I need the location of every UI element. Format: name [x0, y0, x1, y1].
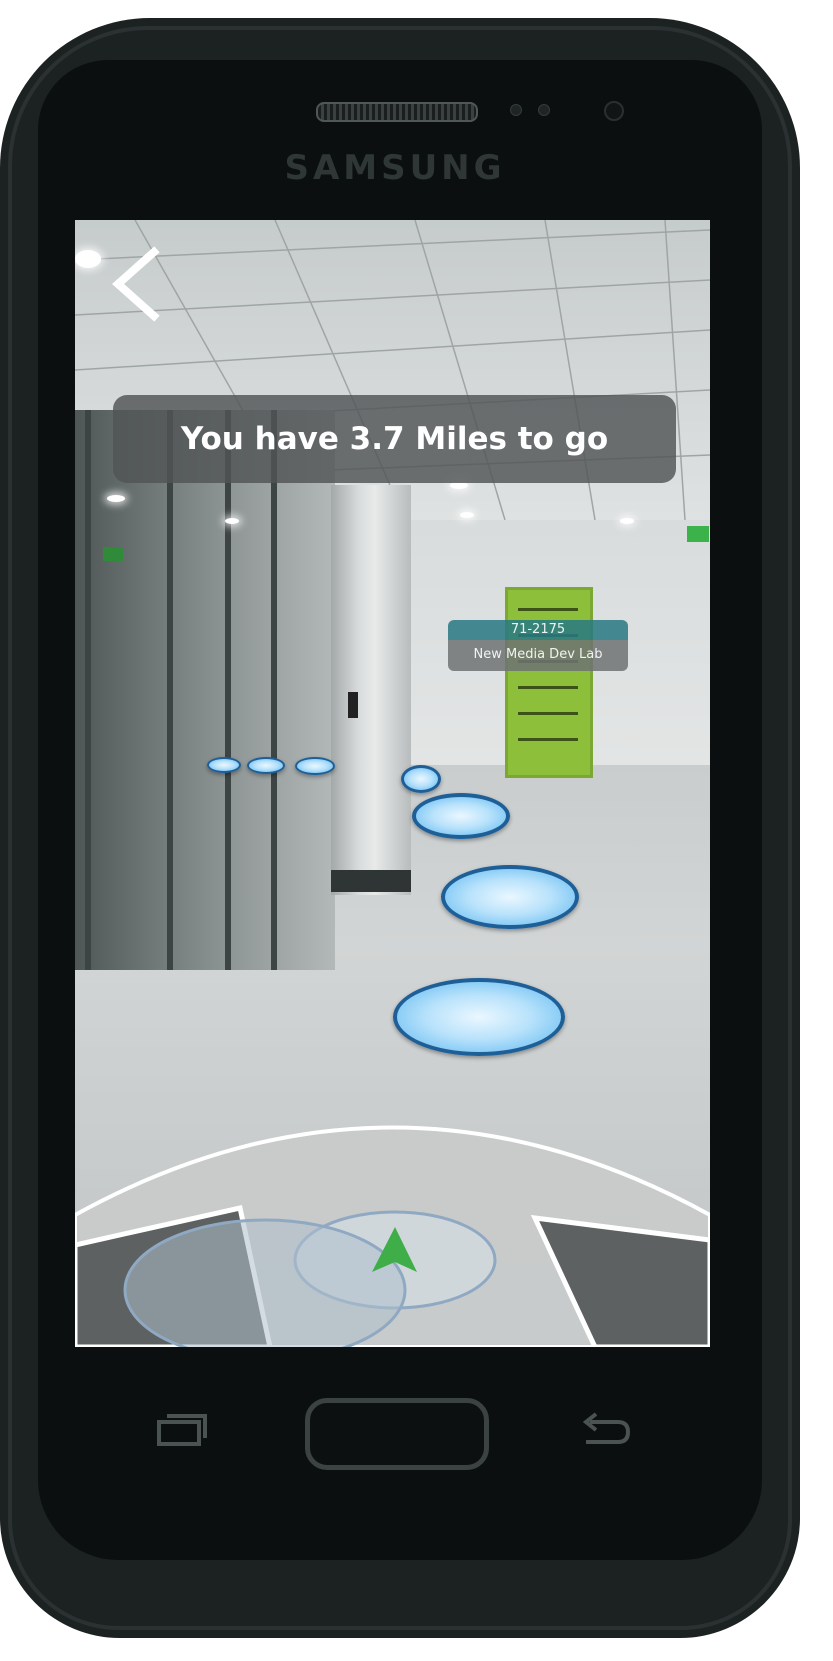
exit-sign — [687, 526, 709, 542]
ceiling-light — [225, 518, 239, 524]
ceiling-light — [620, 518, 634, 524]
earpiece-speaker — [316, 102, 478, 122]
door-keypad — [348, 692, 358, 718]
distance-banner: You have 3.7 Miles to go — [113, 395, 676, 483]
glass-mullion — [225, 410, 231, 970]
door-stripe — [518, 608, 578, 611]
ceiling-light — [75, 250, 101, 268]
ceiling-light — [450, 482, 468, 489]
front-camera — [604, 101, 624, 121]
room-label[interactable]: 71-2175 New Media Dev Lab — [448, 620, 628, 671]
exit-sign — [103, 547, 123, 561]
glass-mullion — [85, 410, 91, 970]
recent-apps-icon[interactable] — [155, 1410, 209, 1450]
pillar-base — [331, 870, 411, 892]
proximity-sensor — [510, 104, 522, 116]
back-arrow-icon[interactable] — [578, 1410, 632, 1450]
waypoint-marker — [401, 765, 441, 793]
room-id: 71-2175 — [448, 620, 628, 640]
light-sensor — [538, 104, 550, 116]
ar-camera-view[interactable]: You have 3.7 Miles to go 71-2175 New Med… — [75, 220, 710, 1347]
glass-mullion — [271, 410, 277, 970]
ceiling-light — [107, 495, 125, 502]
waypoint-marker — [207, 757, 241, 773]
door-stripe — [518, 686, 578, 689]
door-stripe — [518, 712, 578, 715]
waypoint-marker — [412, 793, 510, 839]
ceiling-light — [460, 512, 474, 518]
back-button[interactable] — [110, 246, 170, 322]
lab-door — [505, 587, 593, 778]
minimap-graphic — [75, 1125, 710, 1347]
glass-wall — [75, 410, 335, 970]
minimap[interactable] — [75, 1090, 710, 1347]
chevron-left-icon — [111, 246, 160, 322]
room-name: New Media Dev Lab — [448, 640, 628, 671]
pillar — [331, 485, 411, 895]
waypoint-marker — [393, 978, 565, 1056]
waypoint-marker — [247, 757, 285, 774]
home-button[interactable] — [305, 1398, 489, 1470]
glass-mullion — [167, 410, 173, 970]
door-stripe — [518, 738, 578, 741]
distance-text: You have 3.7 Miles to go — [180, 421, 609, 457]
brand-logo: SAMSUNG — [284, 148, 506, 188]
waypoint-marker — [295, 757, 335, 775]
waypoint-marker — [441, 865, 579, 929]
